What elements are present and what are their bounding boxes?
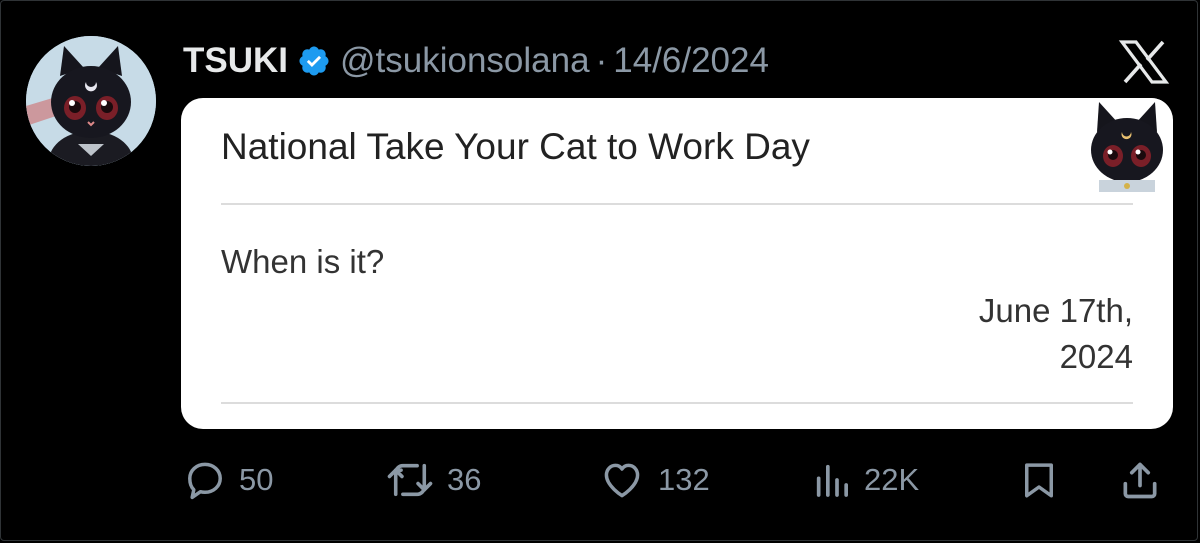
views-button[interactable]: 22K xyxy=(812,455,919,505)
cat-sticker-icon xyxy=(1085,98,1169,194)
bookmark-icon xyxy=(1025,463,1053,498)
share-icon xyxy=(1123,462,1157,499)
x-logo-icon[interactable] xyxy=(1118,40,1170,84)
views-count: 22K xyxy=(864,462,920,497)
card-answer-line1: June 17th, xyxy=(978,292,1133,329)
share-button[interactable] xyxy=(1118,455,1162,505)
like-button[interactable]: 132 xyxy=(598,455,710,505)
avatar[interactable] xyxy=(26,36,156,166)
card-answer: June 17th, 2024 xyxy=(979,288,1133,380)
separator-dot: · xyxy=(595,41,608,80)
card-question: When is it? xyxy=(221,243,385,280)
reply-button[interactable]: 50 xyxy=(183,455,273,505)
author-handle[interactable]: @tsukionsolana xyxy=(340,41,590,81)
post-header: TSUKI @tsukionsolana · 14/6/2024 xyxy=(183,36,769,86)
heart-icon xyxy=(604,463,640,498)
repost-button[interactable]: 36 xyxy=(385,455,481,505)
bookmark-button[interactable] xyxy=(1018,455,1060,505)
repost-icon xyxy=(387,463,433,497)
card-divider-bottom xyxy=(221,402,1133,404)
verified-badge-icon xyxy=(297,44,331,78)
cat-avatar-icon xyxy=(26,36,156,166)
post-date[interactable]: 14/6/2024 xyxy=(613,41,769,81)
views-icon xyxy=(816,464,848,497)
action-bar: 50 36 132 22K xyxy=(0,455,1200,505)
reply-count: 50 xyxy=(239,462,274,497)
like-count: 132 xyxy=(658,462,710,497)
repost-count: 36 xyxy=(447,462,482,497)
author-name[interactable]: TSUKI xyxy=(183,41,288,81)
card-title: National Take Your Cat to Work Day xyxy=(221,126,810,167)
card-divider-top xyxy=(221,203,1133,205)
card-answer-line2: 2024 xyxy=(1059,338,1133,375)
media-card[interactable]: National Take Your Cat to Work Day When … xyxy=(181,98,1173,429)
reply-icon xyxy=(188,462,222,500)
